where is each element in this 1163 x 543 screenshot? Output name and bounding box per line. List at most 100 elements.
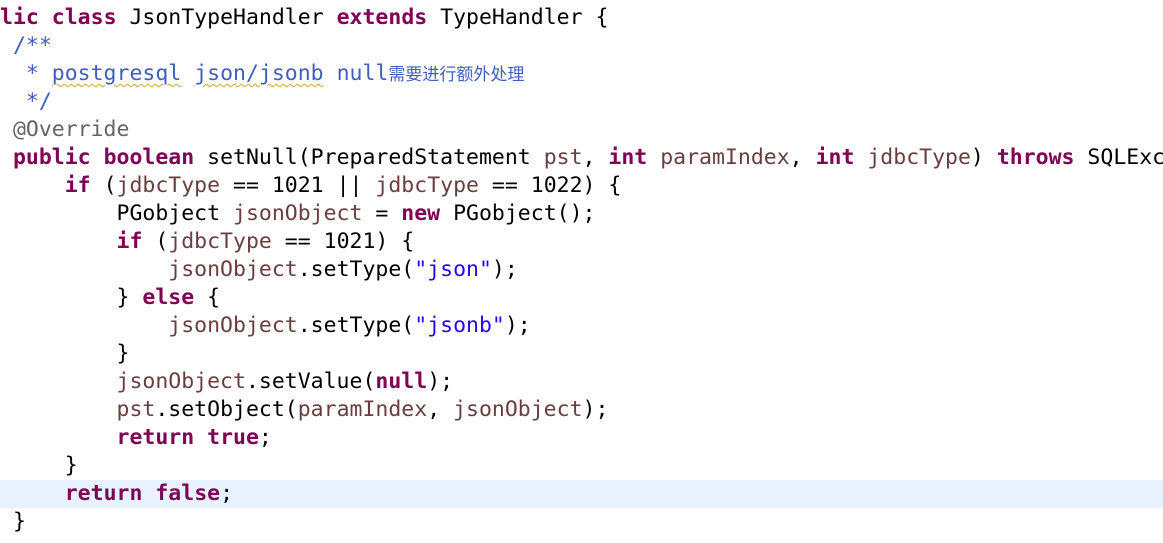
code-token-plain: ,: [789, 145, 816, 170]
code-token-plain: }: [0, 453, 78, 478]
code-token-plain: ): [970, 145, 997, 170]
code-token-cm: [181, 61, 194, 86]
code-token-str: "json": [414, 257, 492, 282]
code-token-plain: == 1021 ||: [220, 173, 376, 198]
code-token-plain: PGobject: [0, 201, 233, 226]
code-token-plain: ;: [220, 481, 234, 506]
code-token-kw: return: [64, 481, 143, 506]
code-token-plain: );: [491, 257, 518, 282]
code-token-kw: null: [375, 369, 428, 394]
code-line[interactable]: jsonObject.setType("jsonb");: [0, 312, 1163, 340]
code-token-var: jsonObject: [233, 201, 363, 226]
code-token-plain: JsonTypeHandler: [116, 5, 337, 30]
code-line[interactable]: public boolean setNull(PreparedStatement…: [0, 144, 1163, 172]
code-line[interactable]: PGobject jsonObject = new PGobject();: [0, 200, 1163, 228]
code-token-var: jdbcType: [375, 173, 479, 198]
code-line-current[interactable]: return false;: [0, 480, 1163, 508]
code-token-plain: setNull(PreparedStatement: [194, 145, 544, 170]
code-token-plain: ;: [258, 425, 272, 450]
code-token-plain: );: [582, 397, 609, 422]
code-token-var: paramIndex: [660, 145, 790, 170]
code-token-plain: (: [142, 229, 169, 254]
code-line[interactable]: if (jdbcType == 1021) {: [0, 228, 1163, 256]
code-token-kw: throws: [996, 145, 1075, 170]
code-token-kw: class: [51, 5, 117, 30]
code-token-plain: }: [0, 285, 143, 310]
code-token-var: paramIndex: [297, 397, 428, 422]
code-token-var: jsonObject: [453, 397, 583, 422]
code-token-kw: else: [142, 285, 195, 310]
code-line[interactable]: }: [0, 340, 1163, 368]
code-token-plain: ,: [427, 397, 454, 422]
code-token-kw: if: [116, 229, 143, 254]
code-token-cjk: 需要进行额外处理: [388, 65, 525, 85]
code-token-plain: == 1022) {: [478, 173, 622, 198]
code-token-var: jdbcType: [168, 229, 272, 254]
code-line[interactable]: */: [0, 88, 1163, 116]
code-token-plain: );: [427, 369, 454, 394]
code-token-var: jsonObject: [168, 257, 298, 282]
code-token-plain: SQLExc: [1074, 145, 1163, 170]
code-token-kw: true: [207, 425, 259, 450]
code-token-plain: .setType(: [297, 257, 415, 282]
code-token-plain: =: [362, 201, 402, 226]
code-token-var: pst: [543, 145, 583, 170]
code-line[interactable]: pst.setObject(paramIndex, jsonObject);: [0, 396, 1163, 424]
code-token-plain: TypeHandler {: [427, 5, 609, 30]
code-token-var: jdbcType: [116, 173, 221, 198]
code-token-plain: );: [504, 313, 531, 338]
code-token-kw: if: [64, 173, 91, 198]
code-token-plain: PGobject();: [440, 201, 596, 226]
code-token-cm: null: [323, 61, 389, 86]
code-token-cm: */: [0, 89, 52, 114]
code-token-kw: int: [815, 145, 855, 170]
code-token-kw: extends: [336, 5, 428, 30]
code-token-var: jsonObject: [116, 369, 246, 394]
code-line[interactable]: lic class JsonTypeHandler extends TypeHa…: [0, 4, 1163, 32]
code-token-kw: int: [608, 145, 648, 170]
code-line[interactable]: @Override: [0, 116, 1163, 144]
code-line[interactable]: jsonObject.setValue(null);: [0, 368, 1163, 396]
code-token-plain: .setValue(: [245, 369, 376, 394]
code-token-plain: == 1021) {: [271, 229, 415, 254]
code-token-kw: public: [12, 145, 91, 170]
code-line[interactable]: /**: [0, 32, 1163, 60]
code-line[interactable]: } else {: [0, 284, 1163, 312]
code-token-cmw: postgresql: [51, 61, 182, 86]
code-line[interactable]: jsonObject.setType("json");: [0, 256, 1163, 284]
code-line[interactable]: * postgresql json/jsonb null需要进行额外处理: [0, 60, 1163, 88]
code-token-str: "jsonb": [414, 313, 505, 338]
code-line[interactable]: if (jdbcType == 1021 || jdbcType == 1022…: [0, 172, 1163, 200]
code-token-plain: (: [90, 173, 117, 198]
code-token-kw: false: [155, 481, 221, 506]
code-token-kw: boolean: [103, 145, 195, 170]
code-token-cmw: json/jsonb: [194, 61, 324, 86]
code-token-cm: /**: [0, 33, 52, 58]
code-line[interactable]: }: [0, 508, 1163, 536]
code-token-cm: *: [0, 61, 52, 86]
code-token-ann: @Override: [0, 117, 130, 142]
code-token-plain: }: [0, 509, 26, 534]
code-line[interactable]: return true;: [0, 424, 1163, 452]
code-token-plain: .setObject(: [155, 397, 298, 422]
code-token-plain: {: [194, 285, 221, 310]
code-token-kw: return: [116, 425, 195, 450]
code-token-plain: .setType(: [297, 313, 415, 338]
code-token-var: pst: [116, 397, 156, 422]
code-token-var: jdbcType: [867, 145, 971, 170]
code-token-plain: }: [0, 341, 130, 366]
code-editor[interactable]: lic class JsonTypeHandler extends TypeHa…: [0, 0, 1163, 543]
code-line[interactable]: }: [0, 452, 1163, 480]
